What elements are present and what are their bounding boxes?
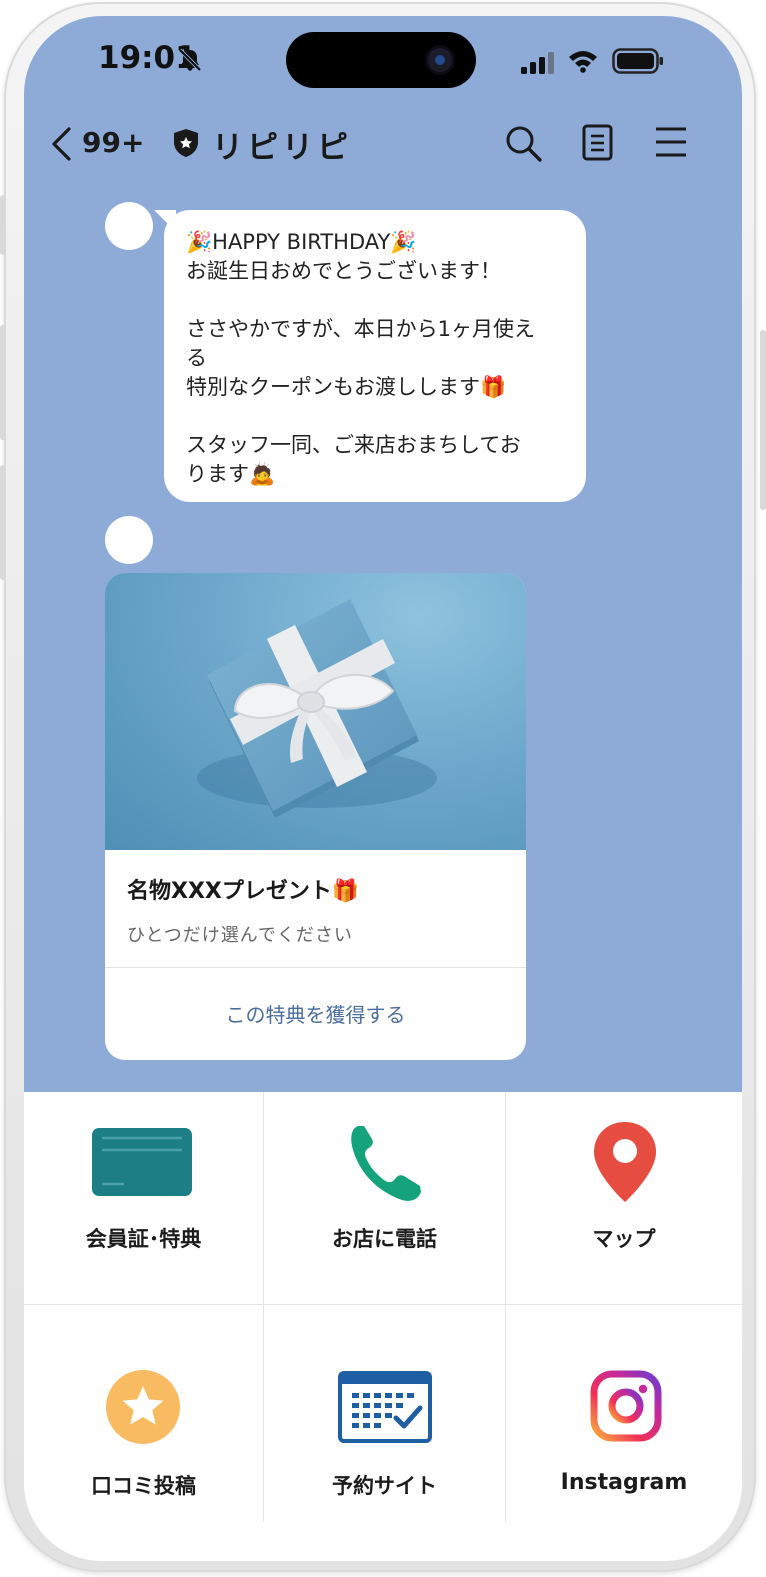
claim-offer-button[interactable]: この特典を獲得する	[105, 967, 526, 1060]
menu-label-review: 口コミ投稿	[91, 1474, 196, 1498]
volume-down-button	[0, 465, 6, 580]
card-subtitle: ひとつだけ選んでください	[127, 925, 353, 946]
menu-label-membership: 会員証･特典	[85, 1227, 202, 1251]
message-bubble[interactable]: 🎉HAPPY BIRTHDAY🎉 お誕生日おめでとうございます！ ささやかですが…	[164, 210, 586, 502]
message-line: スタッフ一同、ご来店おまちしてお	[186, 433, 521, 457]
wifi-icon	[567, 49, 599, 77]
calendar-icon	[338, 1371, 432, 1447]
map-pin-icon	[592, 1120, 658, 1208]
instagram-icon	[590, 1370, 662, 1446]
sender-avatar[interactable]	[105, 202, 153, 250]
search-icon[interactable]	[504, 124, 544, 168]
coupon-card[interactable]: 名物XXXプレゼント🎁 ひとつだけ選んでください この特典を獲得する	[105, 573, 526, 1060]
menu-item-map[interactable]: マップ	[506, 1092, 742, 1304]
message-line: ささやかですが、本日から1ヶ月使え	[186, 317, 535, 341]
menu-label-instagram: Instagram	[560, 1470, 688, 1495]
gift-box-image[interactable]	[105, 573, 526, 850]
bell-muted-icon	[176, 46, 204, 78]
card-title: 名物XXXプレゼント🎁	[127, 879, 360, 904]
phone-icon	[348, 1122, 424, 1208]
power-button	[760, 330, 766, 510]
back-chevron-icon[interactable]	[50, 126, 72, 166]
menu-item-reservation[interactable]: 予約サイト	[264, 1305, 505, 1561]
battery-icon	[612, 48, 664, 78]
message-line: ります🙇	[186, 462, 276, 486]
sender-avatar[interactable]	[105, 516, 153, 564]
message-line: る	[186, 346, 207, 370]
unread-count[interactable]: 99+	[82, 126, 144, 159]
message-line: 特別なクーポンもお渡しします🎁	[186, 375, 507, 399]
message-line: お誕生日おめでとうございます！	[186, 259, 501, 283]
message-line	[186, 286, 564, 315]
notes-icon[interactable]	[582, 124, 614, 166]
signal-icon	[521, 52, 557, 78]
menu-label-reservation: 予約サイト	[332, 1474, 437, 1498]
action-button	[0, 195, 6, 255]
message-line	[186, 402, 564, 431]
menu-item-review[interactable]: 口コミ投稿	[24, 1305, 263, 1561]
verified-shield-icon	[172, 128, 200, 162]
message-line: 🎉HAPPY BIRTHDAY🎉	[186, 230, 417, 254]
status-bar: 19:01	[24, 16, 742, 106]
menu-label-call-store: お店に電話	[332, 1227, 437, 1251]
star-icon	[105, 1369, 181, 1449]
account-name[interactable]: リピリピ	[212, 122, 352, 167]
phone-screen: 19:01 99+ リピリピ 🎉HAPPY BIRTHDAY🎉 お誕生日おめでと…	[24, 16, 742, 1561]
rich-menu: 会員証･特典 お店に電話 マップ 口コミ投稿 予約サイト Instagram	[24, 1092, 742, 1561]
menu-item-call-store[interactable]: お店に電話	[264, 1092, 505, 1304]
menu-icon[interactable]	[654, 126, 688, 162]
chat-header: 99+ リピリピ	[24, 112, 742, 172]
membership-card-icon	[92, 1128, 194, 1202]
menu-item-membership[interactable]: 会員証･特典	[24, 1092, 263, 1304]
menu-item-instagram[interactable]: Instagram	[506, 1305, 742, 1561]
chat-area[interactable]: 19:01 99+ リピリピ 🎉HAPPY BIRTHDAY🎉 お誕生日おめでと…	[24, 16, 742, 1092]
front-camera	[428, 48, 452, 72]
menu-label-map: マップ	[592, 1227, 656, 1251]
volume-up-button	[0, 325, 6, 440]
